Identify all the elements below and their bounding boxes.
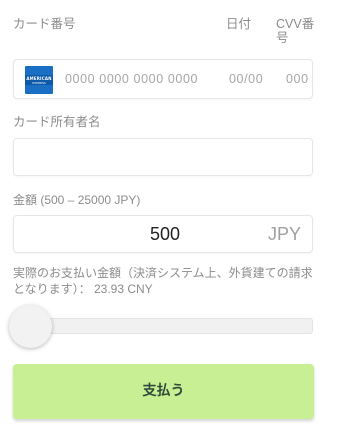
amount-slider-handle[interactable]	[9, 305, 52, 348]
cardholder-name-label: カード所有者名	[13, 115, 101, 129]
amount-currency: JPY	[267, 224, 301, 244]
card-details-field[interactable]: AMERICAN EXPRESS 0000 0000 0000 0000 00/…	[13, 59, 313, 99]
amount-input[interactable]: 500	[150, 224, 180, 245]
cvv-input[interactable]: 000	[286, 72, 309, 86]
expiry-date-label: 日付	[226, 17, 252, 31]
cardholder-name-input[interactable]	[13, 138, 313, 176]
card-number-input[interactable]: 0000 0000 0000 0000	[65, 72, 198, 86]
cvv-label: CVV番号	[276, 17, 315, 45]
amex-card-icon: AMERICAN EXPRESS	[25, 66, 53, 94]
pay-button[interactable]: 支払う	[13, 364, 314, 419]
amount-slider-track[interactable]	[34, 318, 313, 334]
actual-payment-note: 実際のお支払い金額（決済システム上、外貨建ての請求となります）： 23.93 C…	[13, 266, 313, 296]
amount-field[interactable]: 500 JPY	[13, 215, 313, 253]
amex-logo-text-bottom: EXPRESS	[32, 81, 46, 85]
card-number-label: カード番号	[13, 17, 76, 31]
amount-label: 金額 (500 – 25000 JPY)	[13, 193, 141, 207]
expiry-date-input[interactable]: 00/00	[229, 72, 263, 86]
